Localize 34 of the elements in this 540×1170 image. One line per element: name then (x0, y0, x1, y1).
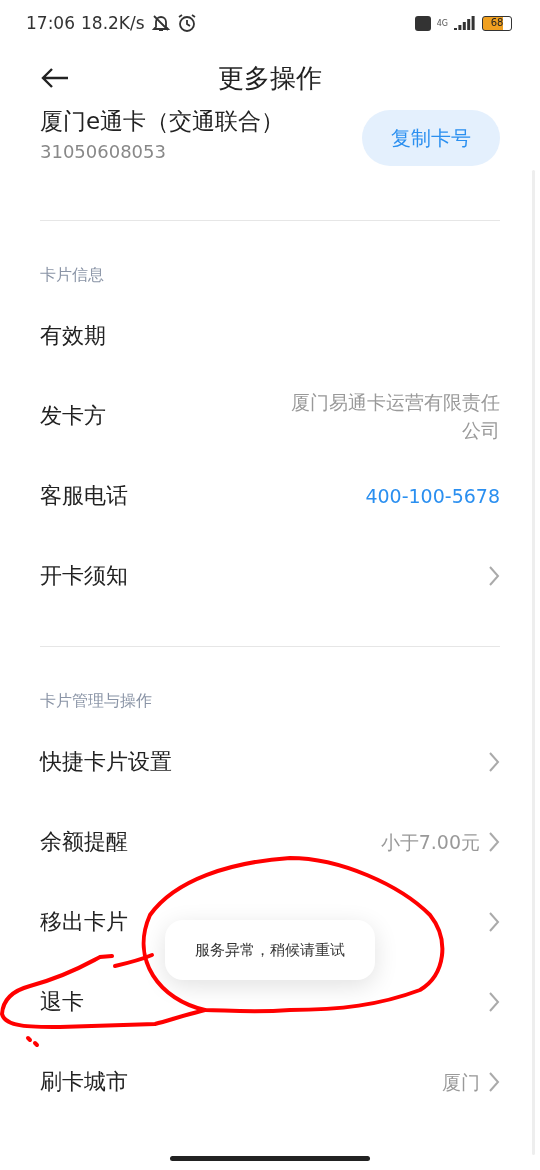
chevron-icon (488, 1071, 500, 1093)
row-label: 刷卡城市 (40, 1068, 128, 1096)
status-time: 17:06 (26, 13, 75, 33)
row-value: 厦门 (442, 1070, 480, 1095)
card-name: 厦门e通卡（交通联合） (40, 110, 285, 136)
chevron-icon (488, 565, 500, 587)
bell-off-icon (150, 13, 171, 33)
section-title: 卡片信息 (40, 264, 105, 286)
row-label: 有效期 (40, 322, 106, 350)
row-label: 移出卡片 (40, 908, 128, 936)
row-label: 开卡须知 (40, 562, 128, 590)
row-label: 快捷卡片设置 (40, 748, 172, 776)
page-title: 更多操作 (218, 61, 322, 95)
battery-level: 68 (490, 18, 504, 28)
signal-icon (454, 16, 476, 30)
chevron-icon (488, 751, 500, 773)
toast-message: 服务异常，稍候请重试 (165, 920, 375, 980)
row-value: 小于7.00元 (380, 830, 480, 855)
chevron-icon (488, 911, 500, 933)
network-type: 4G (436, 18, 448, 28)
phone-link[interactable]: 400-100-5678 (365, 482, 500, 510)
row-label: 发卡方 (40, 402, 106, 430)
row-label: 退卡 (40, 988, 84, 1016)
row-label: 余额提醒 (40, 828, 128, 856)
back-arrow-icon[interactable] (40, 67, 70, 89)
alarm-icon (176, 13, 197, 33)
chevron-icon (488, 991, 500, 1013)
row-value: 厦门易通卡运营有限责任公司 (290, 390, 500, 443)
network-speed: 18.2K/s (81, 13, 145, 33)
card-number: 31050608053 (40, 141, 167, 162)
copy-card-number-button[interactable]: 复制卡号 (362, 110, 500, 166)
chevron-icon (488, 831, 500, 853)
row-label: 客服电话 (40, 482, 128, 510)
section-title: 卡片管理与操作 (40, 690, 153, 712)
